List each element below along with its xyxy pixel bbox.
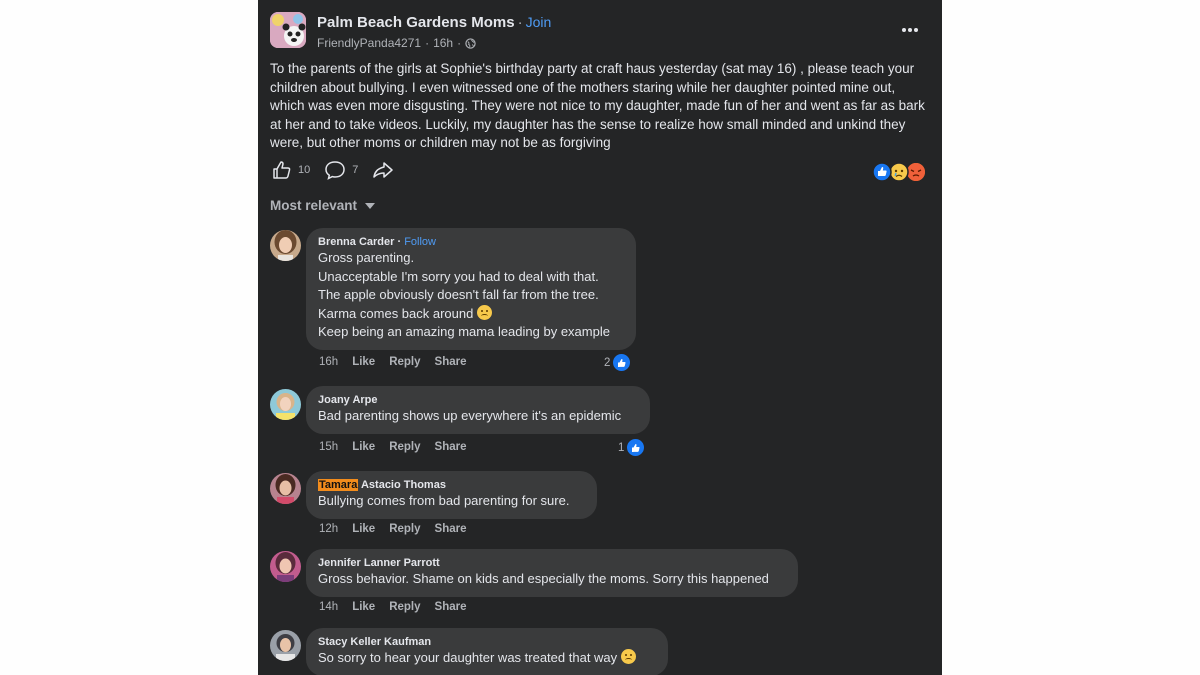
comment-line: Bad parenting shows up everywhere it's a…	[318, 408, 622, 423]
post-actions: 10 7	[272, 160, 414, 180]
join-link[interactable]: Join	[526, 14, 552, 30]
comment-count: 7	[352, 164, 359, 176]
comment-like-button[interactable]: Like	[352, 523, 375, 535]
commenter-name[interactable]: Brenna Carder	[318, 236, 394, 248]
comment-time[interactable]: 15h	[319, 441, 338, 453]
comment-reply-button[interactable]: Reply	[389, 523, 420, 535]
caret-down-icon	[365, 202, 376, 209]
sad-icon	[889, 162, 909, 182]
post-time[interactable]: 16h	[433, 36, 453, 50]
like-count: 10	[298, 164, 311, 176]
commenter-name[interactable]: Joany Arpe	[318, 393, 638, 407]
follow-link[interactable]: Follow	[404, 236, 436, 248]
comment-time[interactable]: 16h	[319, 356, 338, 368]
like-button[interactable]: 10	[272, 160, 310, 180]
comment-line: Gross parenting.	[318, 250, 415, 265]
sad-face-emoji-icon	[476, 304, 492, 320]
avatar[interactable]	[270, 630, 301, 661]
like-icon	[872, 162, 892, 182]
reaction-summary[interactable]	[872, 162, 932, 182]
comment-reply-button[interactable]: Reply	[389, 601, 420, 613]
group-name-row: Palm Beach Gardens Moms · Join	[317, 14, 552, 31]
comment-like-count: 2	[604, 356, 611, 369]
share-button[interactable]	[372, 160, 400, 180]
avatar[interactable]	[270, 389, 301, 420]
post-body: To the parents of the girls at Sophie's …	[270, 61, 925, 150]
post-panel: Palm Beach Gardens Moms · Join FriendlyPan…	[258, 0, 942, 675]
comment-like-button[interactable]: Like	[352, 441, 375, 453]
comment-reply-button[interactable]: Reply	[389, 356, 420, 368]
like-badge-icon	[626, 438, 646, 457]
comment-share-button[interactable]: Share	[435, 441, 467, 453]
avatar[interactable]	[270, 473, 301, 504]
comment-button[interactable]: 7	[324, 160, 358, 180]
comment-bubble: Brenna Carder · Follow Gross parenting. …	[306, 228, 636, 350]
comment-line: So sorry to hear your daughter was treat…	[318, 650, 618, 665]
comment-bubble: Joany Arpe Bad parenting shows up everyw…	[306, 386, 650, 434]
comment-share-button[interactable]: Share	[435, 356, 467, 368]
commenter-name[interactable]: Stacy Keller Kaufman	[318, 635, 656, 649]
comment-reactions[interactable]: 1	[618, 438, 646, 457]
comment-actions: 14h Like Reply Share	[319, 601, 481, 613]
commenter-name[interactable]: Astacio Thomas	[358, 479, 446, 491]
comment-like-button[interactable]: Like	[352, 356, 375, 368]
more-options-icon[interactable]	[898, 18, 922, 36]
commenter-name[interactable]: Jennifer Lanner Parrott	[318, 556, 786, 570]
comment-actions: 16h Like Reply Share	[319, 356, 481, 368]
comment-actions: 12h Like Reply Share	[319, 523, 481, 535]
comment-share-button[interactable]: Share	[435, 523, 467, 535]
comment-line: The apple obviously doesn't fall far fro…	[318, 287, 599, 302]
angry-icon	[907, 163, 925, 181]
comment-actions: 15h Like Reply Share	[319, 441, 481, 453]
comment-reply-button[interactable]: Reply	[389, 441, 420, 453]
comment-time[interactable]: 12h	[319, 523, 338, 535]
post-author[interactable]: FriendlyPanda4271	[317, 36, 421, 50]
comment-time[interactable]: 14h	[319, 601, 338, 613]
sort-comments-dropdown[interactable]: Most relevant	[270, 198, 376, 213]
comment-line: Keep being an amazing mama leading by ex…	[318, 324, 610, 339]
group-name[interactable]: Palm Beach Gardens Moms	[317, 14, 515, 31]
post-meta: FriendlyPanda4271 · 16h ·	[317, 36, 476, 50]
highlighted-name[interactable]: Tamara	[318, 479, 359, 491]
like-badge-icon	[612, 353, 632, 372]
comment-line: Unacceptable I'm sorry you had to deal w…	[318, 268, 599, 284]
comment-like-count: 1	[618, 441, 625, 454]
share-icon	[373, 162, 394, 178]
globe-icon	[465, 37, 476, 49]
avatar[interactable]	[270, 230, 301, 261]
thumbs-up-icon	[273, 161, 291, 179]
comment-bubble: Jennifer Lanner Parrott Gross behavior. …	[306, 549, 798, 597]
comment-icon	[325, 161, 346, 180]
comment-line: Bullying comes from bad parenting for su…	[318, 493, 570, 508]
group-avatar[interactable]	[270, 12, 306, 48]
avatar[interactable]	[270, 551, 301, 582]
crying-face-emoji-icon	[620, 649, 636, 664]
comment-bubble: Tamara Astacio Thomas Bullying comes fro…	[306, 471, 597, 519]
comment-share-button[interactable]: Share	[435, 601, 467, 613]
comment-like-button[interactable]: Like	[352, 601, 375, 613]
comment-bubble: Stacy Keller Kaufman So sorry to hear yo…	[306, 628, 668, 675]
comment-line: Gross behavior. Shame on kids and especi…	[318, 571, 769, 586]
sort-label: Most relevant	[270, 198, 358, 213]
comment-reactions[interactable]: 2	[604, 353, 632, 372]
comment-line: Karma comes back around	[318, 305, 474, 321]
